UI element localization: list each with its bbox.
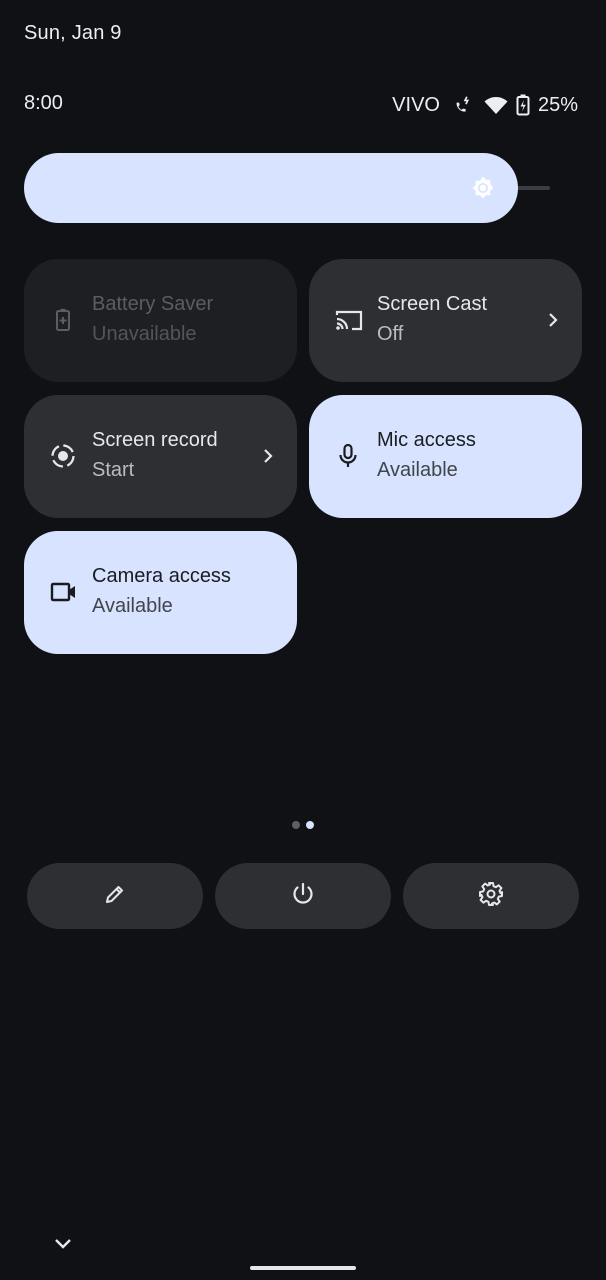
brightness-sun-icon	[470, 175, 496, 206]
tile-label: Camera access	[92, 565, 231, 587]
brightness-fill	[24, 153, 518, 223]
tile-label: Battery Saver	[92, 293, 214, 315]
tile-label: Mic access	[377, 429, 476, 451]
tile-status: Unavailable	[92, 323, 197, 345]
tile-screen-record[interactable]: Screen record Start	[24, 395, 297, 518]
battery-saver-icon	[50, 307, 76, 333]
camera-icon	[50, 579, 76, 605]
gesture-handle	[250, 1266, 356, 1270]
date-label: Sun, Jan 9	[24, 22, 122, 44]
page-dot-active	[306, 821, 314, 829]
power-icon	[290, 881, 316, 912]
tile-camera-access[interactable]: Camera access Available	[24, 531, 297, 654]
chevron-right-icon	[261, 445, 275, 472]
battery-percent: 25%	[537, 93, 578, 116]
clock: 8:00	[24, 92, 63, 114]
quick-settings-panel: Sun, Jan 9 8:00 VIVO 25% Battery Saver U…	[0, 0, 606, 1280]
battery-charging-icon	[516, 94, 530, 116]
tile-status: Available	[377, 459, 458, 481]
tile-mic-access[interactable]: Mic access Available	[309, 395, 582, 518]
power-button[interactable]	[215, 863, 391, 929]
status-icons: 25%	[454, 94, 578, 117]
tile-label: Screen record	[92, 429, 218, 451]
tile-status: Available	[92, 595, 173, 617]
edit-button[interactable]	[27, 863, 203, 929]
brightness-track	[514, 186, 550, 190]
tile-label: Screen Cast	[377, 293, 488, 315]
tile-status: Off	[377, 323, 404, 345]
wifi-icon	[484, 94, 508, 116]
tile-status: Start	[92, 459, 135, 481]
gear-icon	[478, 881, 504, 912]
carrier-label: VIVO	[392, 93, 440, 116]
wifi-calling-icon	[454, 94, 476, 116]
status-bar-right: VIVO 25%	[392, 92, 578, 118]
pencil-icon	[103, 882, 127, 911]
brightness-slider[interactable]	[24, 153, 550, 223]
screen-record-icon	[50, 443, 76, 469]
cast-icon	[335, 307, 363, 333]
page-dot	[292, 821, 300, 829]
tile-screen-cast[interactable]: Screen Cast Off	[309, 259, 582, 382]
settings-button[interactable]	[403, 863, 579, 929]
tile-battery-saver[interactable]: Battery Saver Unavailable	[24, 259, 297, 382]
page-indicator	[292, 821, 314, 829]
chevron-down-icon[interactable]	[52, 1234, 74, 1259]
chevron-right-icon	[546, 309, 560, 336]
mic-icon	[335, 443, 361, 469]
